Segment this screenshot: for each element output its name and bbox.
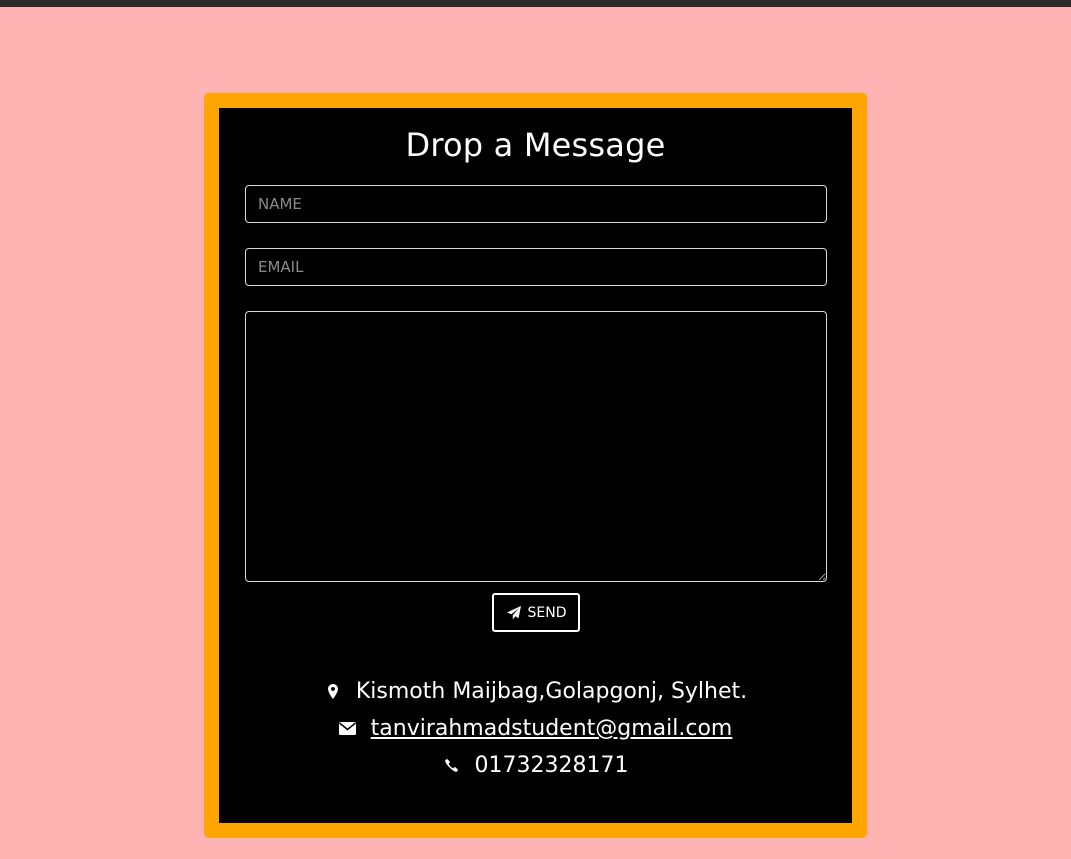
address-text: Kismoth Maijbag,Golapgonj, Sylhet. [355,679,748,704]
top-bar [0,0,1071,7]
phone-text: 01732328171 [474,753,629,778]
contact-card: Drop a Message SEND Kismoth Maijbag,Gola… [219,108,852,823]
envelope-icon [339,722,357,735]
email-input[interactable] [245,248,827,286]
contact-card-frame: Drop a Message SEND Kismoth Maijbag,Gola… [204,93,867,838]
send-label: SEND [527,604,567,621]
paper-plane-icon [506,605,522,621]
phone-row: 01732328171 [219,753,852,778]
name-input[interactable] [245,185,827,223]
map-marker-icon [324,684,342,699]
address-row: Kismoth Maijbag,Golapgonj, Sylhet. [219,679,852,704]
form-title: Drop a Message [405,126,666,164]
email-link[interactable]: tanvirahmadstudent@gmail.com [371,716,733,741]
email-row: tanvirahmadstudent@gmail.com [219,716,852,741]
send-button[interactable]: SEND [492,593,580,632]
message-textarea[interactable] [245,311,827,582]
phone-icon [443,759,461,772]
